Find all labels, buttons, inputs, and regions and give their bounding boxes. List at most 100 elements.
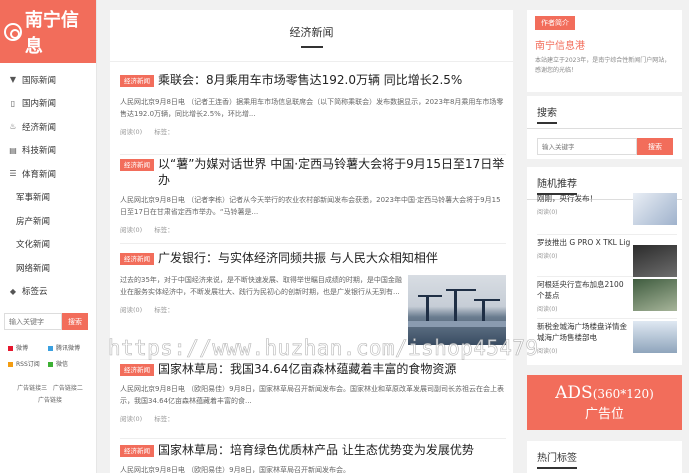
sidebar-subitem-realestate[interactable]: 房产新闻 — [0, 209, 96, 233]
tencent-weibo-icon — [48, 346, 53, 351]
sidebar-subitem-label: 文化新闻 — [16, 240, 51, 251]
sidebar-subitem-label: 网络新闻 — [16, 263, 51, 274]
list-item[interactable]: 阿根廷央行宣布加息2100个基点 阅读(0) — [537, 279, 677, 319]
ad-sub-text: 广告位 — [584, 407, 624, 422]
ad-banner[interactable]: ADS(360*120) 广告位 — [527, 375, 682, 430]
random-item-thumbnail[interactable] — [633, 245, 677, 277]
share-weibo[interactable]: 微博 — [8, 341, 48, 357]
random-item-thumbnail[interactable] — [633, 321, 677, 353]
sidebar-subitem-culture[interactable]: 文化新闻 — [0, 233, 96, 257]
page-title: 经济新闻 — [110, 10, 513, 62]
rss-icon — [8, 362, 13, 367]
sidebar-search-input[interactable] — [4, 313, 62, 330]
random-item-title[interactable]: 新税金城海广场楼盘详情金城海广场售楼部电 — [537, 321, 629, 343]
share-wechat[interactable]: 微信 — [48, 357, 88, 373]
random-card: 随机推荐 刚刚，央行发布！ 阅读(0) 罗技推出 G PRO X TKL Lig… — [527, 167, 682, 365]
sidebar-item-economy[interactable]: ♨ 经济新闻 — [0, 115, 96, 139]
post-excerpt: 过去的35年，对于中国经济来说，是不断快速发展、取得举世瞩目成绩的时期，是中国金… — [120, 276, 402, 296]
share-links: 微博 腾讯微博RSS订阅 微信 — [8, 341, 93, 373]
post-item[interactable]: 经济新闻 国家林草局：培育绿色优质林产品 让生态优势变为发展优势 人民网北京9月… — [120, 442, 506, 473]
category-badge[interactable]: 经济新闻 — [120, 253, 154, 265]
hot-tags-card: 热门标签 — [527, 441, 682, 473]
category-badge[interactable]: 经济新闻 — [120, 445, 154, 457]
share-rss[interactable]: RSS订阅 — [8, 357, 48, 373]
sidebar-item-label: 经济新闻 — [22, 122, 57, 133]
mobile-icon: ▯ — [10, 98, 16, 108]
tag-icon: ◆ — [9, 286, 17, 296]
watermark-text: https://www.huzhan.com/ishop45479 — [108, 336, 539, 361]
site-logo[interactable]: 南宁信息 — [0, 0, 96, 63]
list-item[interactable]: 罗技推出 G PRO X TKL Lig 阅读(0) — [537, 237, 677, 277]
sidebar-item-tag-cloud[interactable]: ◆ 标签云 — [0, 280, 96, 304]
sidebar-subitem-label: 房产新闻 — [16, 216, 51, 227]
list-icon: ☰ — [9, 169, 17, 179]
sidebar-item-sports[interactable]: ☰ 体育新闻 — [0, 162, 96, 186]
post-excerpt: 人民网北京9月8日电 （欧阳易佳）9月8日，国家林草局召开新闻发布会。 — [120, 466, 351, 473]
main-content: 经济新闻 经济新闻 乘联会：8月乘用车市场零售达192.0万辆 同比增长2.5%… — [110, 10, 513, 473]
random-item-title[interactable]: 刚刚，央行发布！ — [537, 193, 629, 204]
post-item[interactable]: 经济新闻 国家林草局：我国34.64亿亩森林蕴藏着丰富的食物资源 人民网北京9月… — [120, 361, 506, 439]
right-search: 搜索 — [537, 138, 682, 155]
friend-link[interactable]: 广告链接三 — [17, 385, 47, 392]
sidebar-nav: ▼ 国际新闻 ▯ 国内新闻 ♨ 经济新闻 ▤ 科技新闻 ☰ 体育新闻 军事新闻 … — [0, 63, 96, 303]
post-excerpt: 人民网北京9月8日电 （记者李栋）记者从今天举行的农业农村部新闻发布会获悉，20… — [120, 196, 501, 216]
post-title[interactable]: 国家林草局：我国34.64亿亩森林蕴藏着丰富的食物资源 — [158, 361, 456, 377]
post-item[interactable]: 经济新闻 乘联会：8月乘用车市场零售达192.0万辆 同比增长2.5% 人民网北… — [120, 72, 506, 155]
random-item-title[interactable]: 阿根廷央行宣布加息2100个基点 — [537, 279, 629, 301]
right-search-button[interactable]: 搜索 — [637, 138, 673, 155]
sidebar-search-button[interactable]: 搜索 — [62, 313, 88, 330]
author-name[interactable]: 南宁信息港 — [535, 37, 682, 52]
sidebar-subitem-military[interactable]: 军事新闻 — [0, 186, 96, 210]
post-excerpt: 人民网北京9月8日电 （记者王连香）据乘用车市场信息联席会（以下简称乘联会）发布… — [120, 98, 504, 118]
sidebar-item-domestic[interactable]: ▯ 国内新闻 — [0, 92, 96, 116]
flame-icon: ♨ — [9, 122, 17, 132]
share-tencent-weibo[interactable]: 腾讯微博 — [48, 341, 88, 357]
sidebar-item-international[interactable]: ▼ 国际新闻 — [0, 68, 96, 92]
sidebar-item-label: 科技新闻 — [22, 146, 57, 157]
random-item-thumbnail[interactable] — [633, 279, 677, 311]
random-item-title[interactable]: 罗技推出 G PRO X TKL Lig — [537, 237, 637, 248]
post-excerpt: 人民网北京9月8日电 （欧阳易佳）9月8日，国家林草局召开新闻发布会。国家林业和… — [120, 385, 505, 405]
list-item[interactable]: 新税金城海广场楼盘详情金城海广场售楼部电 阅读(0) — [537, 321, 677, 361]
post-tags: 标签： — [154, 415, 174, 423]
read-count: 阅读(0) — [120, 226, 143, 234]
post-title[interactable]: 国家林草局：培育绿色优质林产品 让生态优势变为发展优势 — [158, 442, 474, 458]
post-title[interactable]: 乘联会：8月乘用车市场零售达192.0万辆 同比增长2.5% — [158, 72, 462, 88]
book-icon: ▤ — [9, 145, 17, 155]
sidebar-search: 搜索 — [4, 313, 88, 330]
post-meta: 阅读(0) 标签： — [120, 224, 506, 234]
sidebar-subitem-internet[interactable]: 网络新闻 — [0, 256, 96, 280]
wechat-icon — [48, 362, 53, 367]
post-title[interactable]: 广发银行：与实体经济同频共振 与人民大众相知相伴 — [158, 250, 438, 266]
weibo-icon — [8, 346, 13, 351]
category-badge[interactable]: 经济新闻 — [120, 159, 154, 171]
ad-main-text: ADS — [555, 383, 593, 403]
logo-icon — [4, 22, 22, 41]
author-card: 作者简介 南宁信息港 本站建立于2023年，是南宁综合性新闻门户网站，感谢您的光… — [527, 10, 682, 92]
friend-link[interactable]: 广告链接二 — [53, 385, 83, 392]
post-thumbnail-port[interactable] — [408, 275, 506, 345]
post-item[interactable]: 经济新闻 以“薯”为媒对话世界 中国·定西马铃薯大会将于9月15日至17日举办 … — [120, 156, 506, 244]
random-item-thumbnail[interactable] — [633, 193, 677, 225]
category-badge[interactable]: 经济新闻 — [120, 364, 154, 376]
post-tags: 标签： — [154, 226, 174, 234]
post-tags: 标签： — [154, 128, 174, 136]
post-meta: 阅读(0) 标签： — [120, 413, 506, 423]
list-item[interactable]: 刚刚，央行发布！ 阅读(0) — [537, 193, 677, 235]
post-meta: 阅读(0) 标签： — [120, 126, 506, 136]
sidebar-item-tech[interactable]: ▤ 科技新闻 — [0, 139, 96, 163]
author-desc: 本站建立于2023年，是南宁综合性新闻门户网站，感谢您的光临！ — [535, 57, 671, 74]
category-badge[interactable]: 经济新闻 — [120, 75, 154, 87]
search-card: 搜索 搜索 — [527, 96, 682, 159]
logo-text: 南宁信息 — [24, 9, 79, 57]
friend-link[interactable]: 广告链接 — [38, 397, 62, 404]
sidebar-item-label: 标签云 — [22, 287, 48, 298]
right-search-input[interactable] — [537, 138, 637, 155]
filter-icon: ▼ — [9, 75, 17, 85]
ad-size-text: (360*120) — [592, 387, 654, 401]
author-badge: 作者简介 — [535, 16, 575, 30]
friend-links: 广告链接三 广告链接二 广告链接 — [6, 383, 94, 407]
sidebar-item-label: 体育新闻 — [22, 169, 57, 180]
post-title[interactable]: 以“薯”为媒对话世界 中国·定西马铃薯大会将于9月15日至17日举办 — [158, 156, 506, 188]
search-card-title: 搜索 — [537, 104, 557, 124]
